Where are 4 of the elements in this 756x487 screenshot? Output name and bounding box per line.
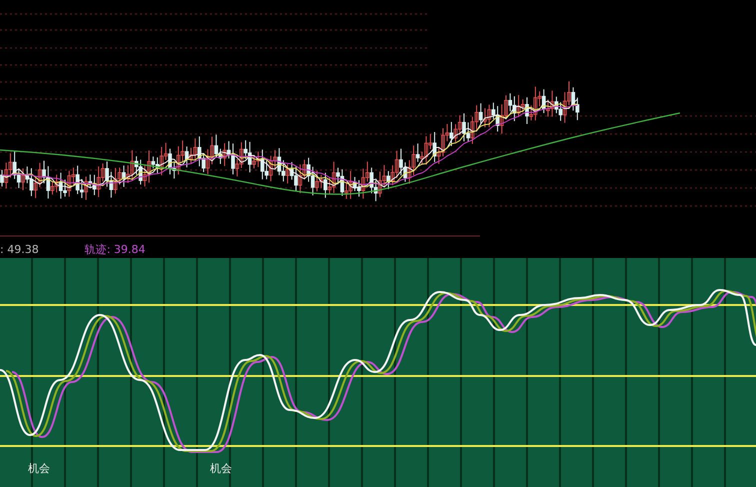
chart-marker-label: 机会	[210, 461, 232, 476]
track-value: 轨迹: 39.84	[84, 242, 146, 256]
indicator-reading: : 49.38	[0, 242, 39, 256]
chart-marker-label: 机会	[28, 461, 50, 476]
